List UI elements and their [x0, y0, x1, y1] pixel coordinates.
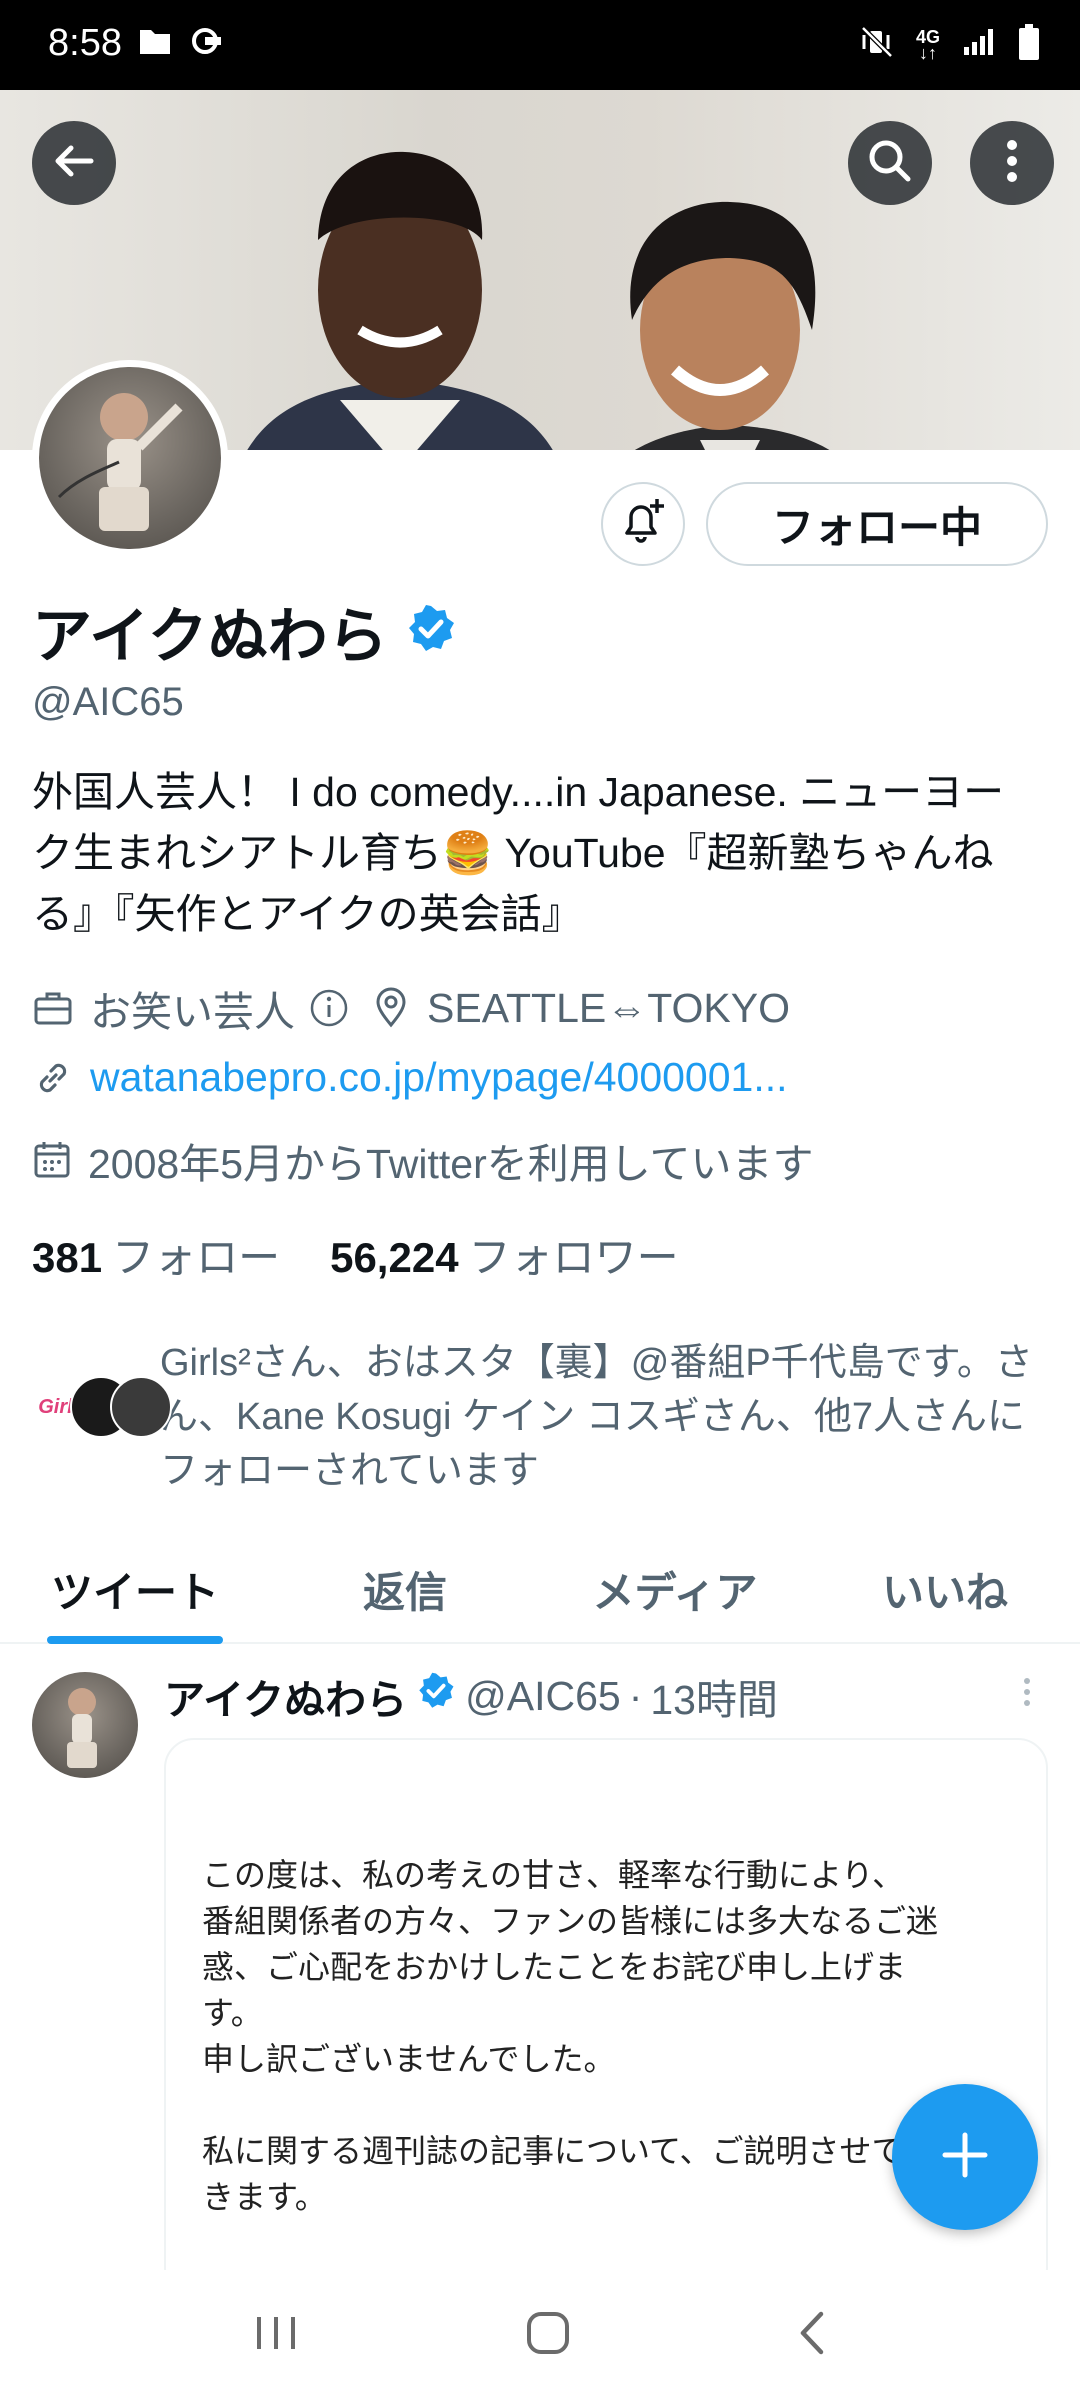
profile-avatar[interactable] — [32, 360, 228, 556]
tweet-author-handle: @AIC65 — [465, 1672, 621, 1719]
bell-plus-icon — [619, 497, 667, 552]
network-type-label: 4G — [915, 26, 940, 47]
search-icon — [865, 136, 915, 191]
verified-badge-icon[interactable] — [406, 604, 456, 659]
profile-category: お笑い芸人 — [90, 989, 295, 1035]
signal-icon — [962, 27, 996, 62]
profile-website-link[interactable]: watanabepro.co.jp/mypage/4000001... — [90, 1054, 788, 1101]
battery-icon — [1018, 24, 1040, 65]
profile-meta-category-location: お笑い芸人 SEATTLE⇔TOKYO — [32, 978, 790, 1038]
tweet-author-avatar[interactable] — [32, 1672, 138, 1778]
tab-likes[interactable]: いいね — [810, 1536, 1080, 1642]
arrow-left-icon — [51, 138, 97, 189]
profile-location: SEATTLE⇔TOKYO — [427, 984, 791, 1031]
followed-by-text: Girls²さん、おはスタ【裏】@番組P千代島です。さん、Kane Kosugi… — [160, 1342, 1033, 1492]
notifications-bell-button[interactable] — [601, 482, 685, 566]
info-icon[interactable] — [309, 988, 349, 1028]
link-icon — [32, 1057, 74, 1099]
profile-name: アイクぬわら — [32, 603, 388, 670]
following-count: 381 — [32, 1234, 103, 1281]
follow-counts: 381 フォロー 56,224 フォロワー — [32, 1224, 679, 1285]
following-button[interactable]: フォロー中 — [706, 482, 1048, 566]
status-time: 8:58 — [48, 22, 122, 64]
tab-replies-label: 返信 — [362, 1568, 447, 1616]
profile-bio: 外国人芸人！ I do comedy....in Japanese. ニューヨー… — [32, 769, 1005, 937]
tweet-author-name[interactable]: アイクぬわら — [164, 1666, 407, 1726]
folder-icon — [138, 26, 172, 61]
tab-media[interactable]: メディア — [540, 1536, 810, 1642]
profile-joined-date: 2008年5月からTwitterを利用しています — [88, 1141, 814, 1187]
more-options-button[interactable] — [970, 121, 1054, 205]
status-bar: 8:58 4G ↓↑ — [0, 0, 1080, 90]
home-icon[interactable] — [525, 2310, 571, 2361]
following-label: フォロー — [112, 1234, 281, 1281]
banner-person-left — [247, 151, 553, 450]
tweet-avatar-figure — [67, 1688, 97, 1768]
compose-tweet-button[interactable] — [892, 2084, 1038, 2230]
tweet-meta-separator: · — [628, 1672, 643, 1719]
calendar-icon — [32, 1139, 72, 1181]
profile-meta-joined: 2008年5月からTwitterを利用しています — [32, 1130, 814, 1190]
more-dot — [1024, 1678, 1030, 1684]
tab-replies[interactable]: 返信 — [270, 1536, 540, 1642]
more-dot — [1024, 1700, 1030, 1706]
tab-media-label: メディア — [592, 1568, 758, 1616]
avatar-figure — [57, 393, 183, 531]
profile-meta-website: watanabepro.co.jp/mypage/4000001... — [32, 1054, 788, 1101]
tweet-verified-badge-icon — [417, 1672, 455, 1720]
tweet-header: アイクぬわら @AIC65 · 13時間 — [164, 1666, 778, 1726]
4g-icon: 4G ↓↑ — [915, 26, 940, 63]
followed-by-section[interactable]: Girls Girls²さん、おはスタ【裏】@番組P千代島です。さん、Kane … — [30, 1336, 1050, 1498]
search-button[interactable] — [848, 121, 932, 205]
profile-tabs: ツイート 返信 メディア いいね — [0, 1536, 1080, 1644]
profile-handle: @AIC65 — [32, 680, 184, 724]
followers-count: 56,224 — [330, 1234, 459, 1281]
tweet-image-card[interactable]: この度は、私の考えの甘さ、軽率な行動により、 番組関係者の方々、ファンの皆様には… — [164, 1738, 1048, 2298]
tab-likes-label: いいね — [881, 1568, 1008, 1616]
tweet-image-text: この度は、私の考えの甘さ、軽率な行動により、 番組関係者の方々、ファンの皆様には… — [202, 1856, 939, 2296]
follower-avatar-kane — [110, 1376, 172, 1438]
android-nav-bar — [0, 2270, 1080, 2400]
back-nav-icon[interactable] — [797, 2310, 827, 2361]
plus-icon — [939, 2129, 991, 2186]
location-pin-icon — [371, 987, 411, 1029]
tab-tweets[interactable]: ツイート — [0, 1536, 270, 1644]
more-dot — [1024, 1689, 1030, 1695]
mute-vibrate-icon — [860, 25, 894, 64]
briefcase-icon — [32, 987, 74, 1029]
followers-count-link[interactable]: 56,224 フォロワー — [330, 1224, 678, 1285]
recent-apps-icon[interactable] — [253, 2313, 299, 2358]
cast-icon — [190, 26, 224, 61]
banner-person-right — [630, 201, 830, 450]
tweet-time: 13時間 — [650, 1677, 778, 1723]
profile-name-row: アイクぬわら — [32, 588, 456, 675]
back-button[interactable] — [32, 121, 116, 205]
following-count-link[interactable]: 381 フォロー — [32, 1224, 280, 1285]
active-tab-indicator — [47, 1636, 223, 1644]
more-vertical-icon — [1005, 138, 1019, 189]
followed-by-avatars: Girls — [30, 1376, 172, 1456]
followers-label: フォロワー — [468, 1234, 679, 1281]
tab-tweets-label: ツイート — [50, 1568, 219, 1616]
tweet-more-button[interactable] — [1012, 1670, 1042, 1714]
